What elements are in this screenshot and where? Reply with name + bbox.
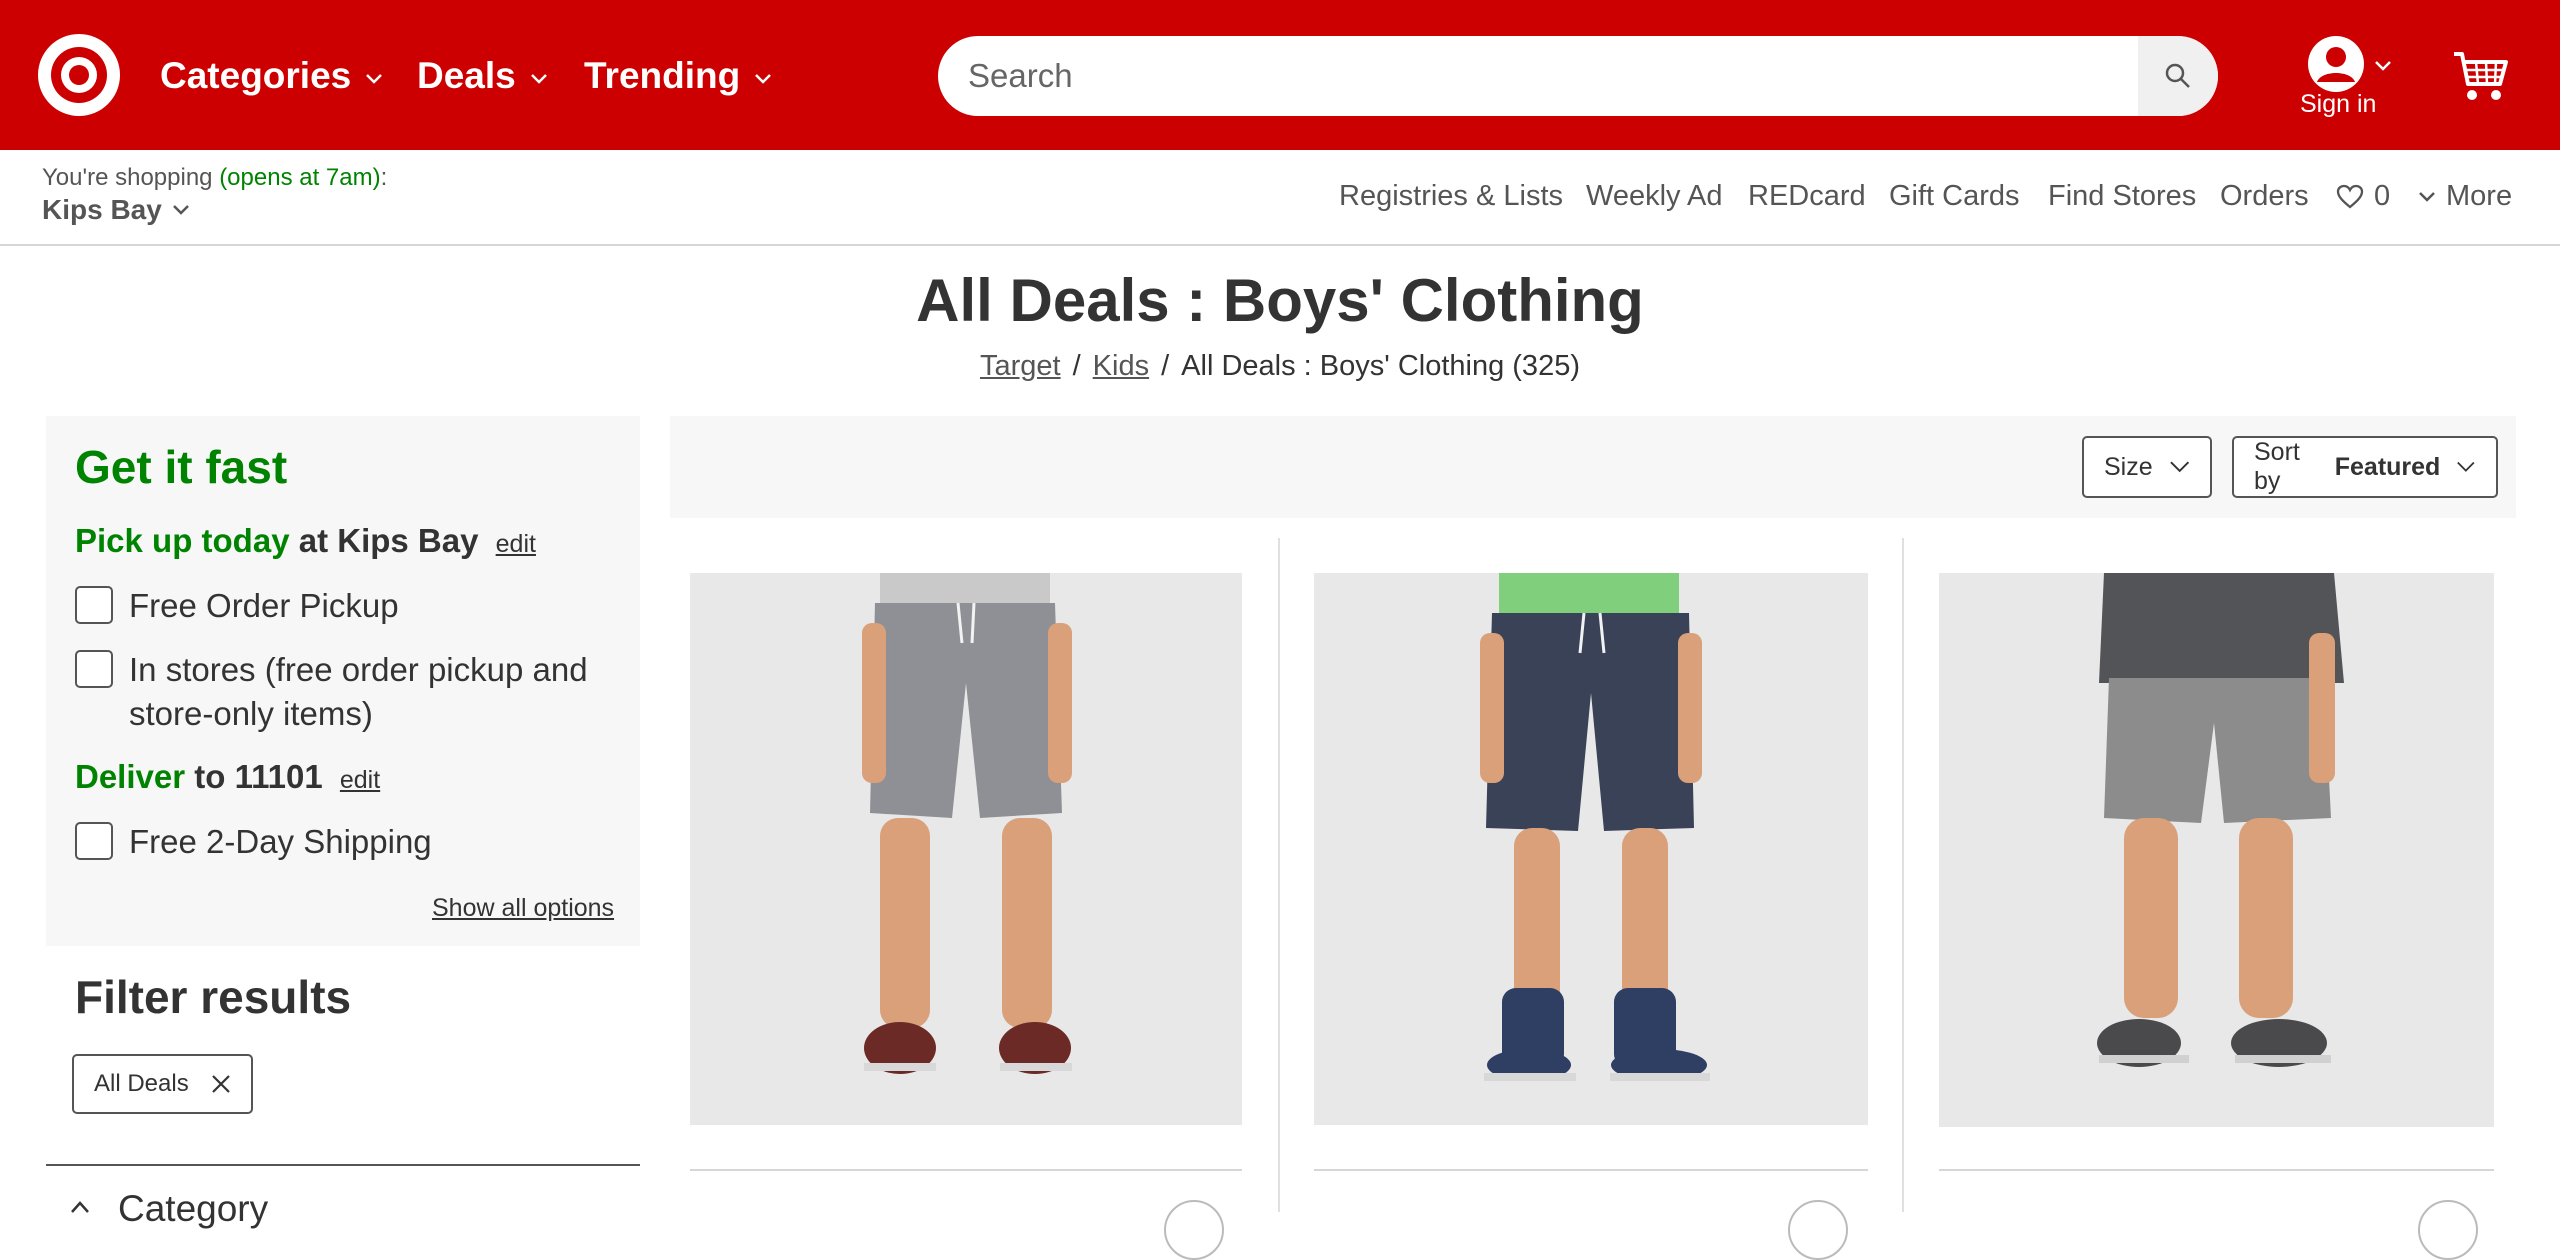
product-image-heather-gray-shorts[interactable] (1939, 573, 2494, 1127)
chevron-down-icon (2419, 191, 2435, 202)
account-sign-in[interactable]: Sign in (2296, 30, 2396, 130)
favorites-link[interactable]: 0 (2336, 180, 2390, 213)
store-hours: (opens at 7am) (219, 164, 381, 191)
link-orders[interactable]: Orders (2220, 180, 2309, 213)
link-weekly-ad[interactable]: Weekly Ad (1586, 180, 1722, 213)
breadcrumb-separator: / (1161, 350, 1170, 382)
deliver-heading: Deliver to 11101 edit (75, 758, 380, 796)
sort-dropdown[interactable]: Sort by Featured (2232, 436, 2498, 498)
chip-label: All Deals (94, 1070, 189, 1097)
more-label: More (2446, 180, 2513, 212)
chevron-down-icon (366, 74, 383, 84)
option-free-order-pickup[interactable]: Free Order Pickup (75, 584, 399, 628)
chevron-down-icon (2169, 461, 2189, 473)
link-find-stores[interactable]: Find Stores (2048, 180, 2196, 213)
nav-categories-label: Categories (160, 55, 352, 96)
pickup-today-label: Pick up today (75, 522, 290, 559)
product-image-navy-shorts[interactable] (1314, 573, 1868, 1125)
chevron-down-icon (172, 205, 189, 215)
nav-deals[interactable]: Deals (417, 50, 548, 102)
edit-zip-link[interactable]: edit (340, 766, 380, 794)
deliver-zip: to 11101 (194, 758, 323, 795)
option-label: In stores (free order pickup and store-o… (129, 651, 588, 732)
edit-store-link[interactable]: edit (496, 530, 536, 558)
free-order-pickup-checkbox[interactable] (75, 586, 113, 624)
search-input[interactable] (938, 36, 2138, 116)
sort-prefix: Sort by (2254, 438, 2300, 495)
link-redcard[interactable]: REDcard (1748, 180, 1866, 213)
breadcrumb-kids[interactable]: Kids (1093, 350, 1149, 382)
chevron-down-icon (755, 74, 772, 84)
option-label: Free 2-Day Shipping (129, 823, 432, 860)
filter-results-title: Filter results (75, 971, 352, 1023)
chevron-down-icon (2457, 461, 2475, 472)
nav-trending[interactable]: Trending (584, 50, 772, 102)
user-avatar-icon (2308, 36, 2364, 92)
store-status-colon: : (380, 164, 388, 191)
product-card-divider (690, 1169, 1242, 1171)
option-label: Free Order Pickup (129, 587, 399, 624)
link-registries[interactable]: Registries & Lists (1339, 180, 1563, 213)
nav-trending-label: Trending (584, 55, 741, 96)
free-shipping-checkbox[interactable] (75, 822, 113, 860)
product-card-divider (1939, 1169, 2494, 1171)
breadcrumb-target[interactable]: Target (980, 350, 1061, 382)
search-bar (938, 36, 2218, 116)
close-icon[interactable] (211, 1074, 231, 1094)
size-label: Size (2104, 452, 2153, 481)
shopping-prefix: You're shopping (42, 164, 213, 191)
pickup-heading: Pick up today at Kips Bay edit (75, 522, 536, 560)
get-it-fast-title: Get it fast (75, 441, 288, 493)
store-name: Kips Bay (42, 194, 162, 225)
active-filter-chip[interactable]: All Deals (72, 1054, 253, 1114)
product-image-gray-shorts[interactable] (690, 573, 1242, 1125)
product-card-divider (1314, 1169, 1868, 1171)
size-dropdown[interactable]: Size (2082, 436, 2212, 498)
grid-divider (1902, 538, 1904, 1212)
link-gift-cards[interactable]: Gift Cards (1889, 180, 2020, 213)
pickup-location: at Kips Bay (298, 522, 479, 559)
breadcrumb: Target / Kids / All Deals : Boys' Clothing (… (0, 350, 2560, 383)
option-free-2-day-shipping[interactable]: Free 2-Day Shipping (75, 820, 432, 864)
deliver-label: Deliver (75, 758, 186, 795)
nav-categories[interactable]: Categories (160, 50, 383, 102)
favorite-button[interactable] (1788, 1200, 1848, 1260)
favorite-button[interactable] (1164, 1200, 1224, 1260)
breadcrumb-current: All Deals : Boys' Clothing (325) (1181, 350, 1580, 382)
store-status: You're shopping (opens at 7am): (42, 164, 387, 192)
cart-icon[interactable] (2452, 48, 2510, 104)
store-selector[interactable]: Kips Bay (42, 194, 190, 226)
nav-deals-label: Deals (417, 55, 516, 96)
category-divider (46, 1164, 640, 1166)
breadcrumb-separator: / (1072, 350, 1081, 382)
target-logo-icon[interactable] (38, 34, 120, 116)
more-menu[interactable]: More (2418, 180, 2512, 213)
search-icon (2165, 63, 2190, 88)
in-stores-checkbox[interactable] (75, 650, 113, 688)
chevron-down-icon (2375, 61, 2391, 71)
heart-icon (2336, 184, 2364, 208)
option-in-stores[interactable]: In stores (free order pickup and store-o… (75, 648, 595, 736)
show-all-options-link[interactable]: Show all options (432, 894, 614, 923)
grid-divider (1278, 538, 1280, 1212)
search-button[interactable] (2138, 36, 2218, 116)
category-filter-heading[interactable]: Category (118, 1188, 268, 1230)
sort-value: Featured (2334, 452, 2441, 481)
chevron-down-icon (530, 74, 547, 84)
page-title: All Deals : Boys' Clothing (916, 267, 1644, 334)
favorites-count: 0 (2374, 180, 2391, 212)
sign-in-label: Sign in (2300, 90, 2377, 118)
favorite-button[interactable] (2418, 1200, 2478, 1260)
